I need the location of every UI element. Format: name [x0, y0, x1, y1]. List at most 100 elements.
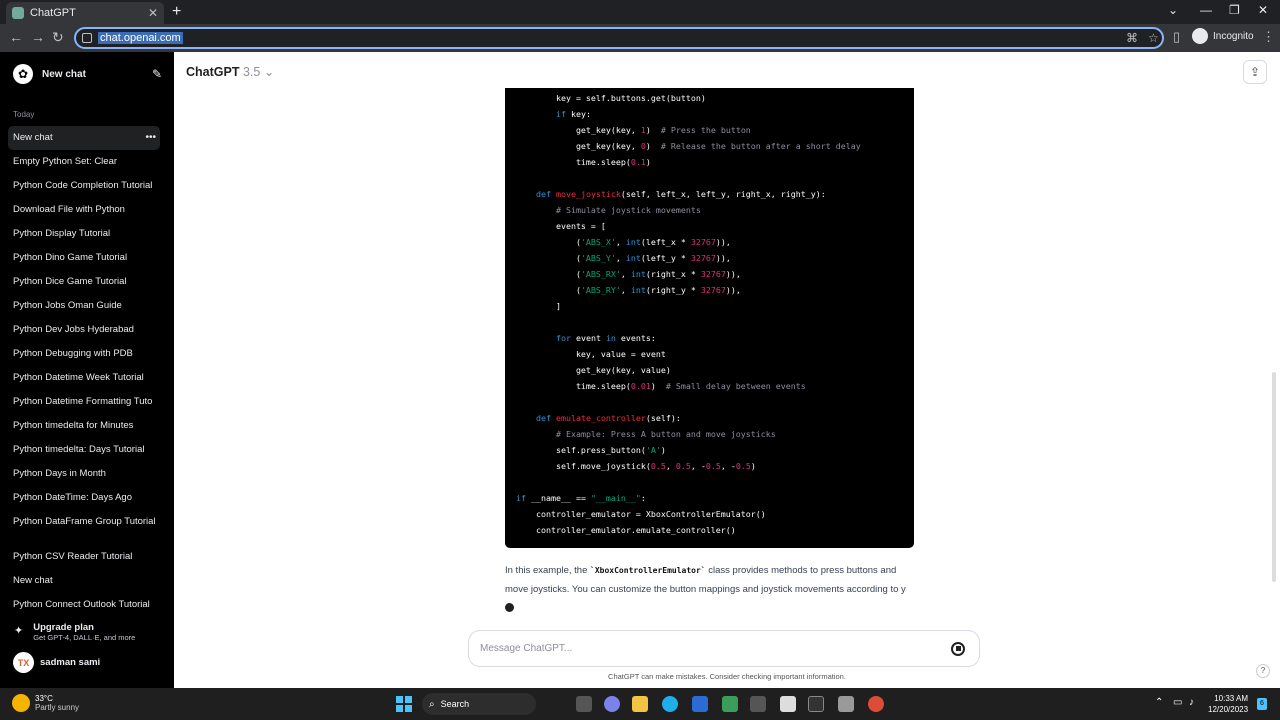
browser-chrome: ChatGPT ✕ + ⌄ — ❐ ✕ ← → ↻ chat.openai.co…	[0, 0, 1280, 52]
site-info-icon[interactable]	[82, 33, 92, 43]
url-text[interactable]: chat.openai.com	[98, 32, 183, 44]
sidebar-item[interactable]: Python timedelta for Minutes	[8, 414, 160, 438]
model-name: ChatGPT	[186, 65, 240, 79]
weather-condition: Partly sunny	[35, 703, 80, 712]
user-menu[interactable]: TX sadman sami	[13, 652, 100, 673]
new-chat-button[interactable]: ✿ New chat ✎	[8, 62, 166, 86]
menu-kebab-icon[interactable]: ⋮	[1262, 29, 1275, 45]
sidebar-item[interactable]: New chat	[8, 569, 160, 593]
assistant-message: In this example, the `XboxControllerEmul…	[505, 562, 915, 618]
code-line: controller_emulator.emulate_controller()	[516, 525, 736, 535]
volume-icon[interactable]: ♪	[1189, 697, 1194, 708]
help-button[interactable]: ?	[1256, 664, 1270, 678]
notification-badge[interactable]: 6	[1257, 698, 1267, 710]
upgrade-plan-button[interactable]: ✦ Upgrade plan Get GPT-4, DALL·E, and mo…	[14, 622, 135, 642]
bookmark-star-icon[interactable]: ☆	[1148, 31, 1159, 45]
install-app-icon[interactable]: ⌘	[1126, 31, 1138, 45]
sidebar-item[interactable]: Python DateTime: Days Ago	[8, 486, 160, 510]
file-explorer-icon[interactable]	[632, 696, 648, 712]
more-options-icon[interactable]: •••	[145, 126, 156, 150]
reload-icon[interactable]: ↻	[52, 29, 64, 46]
store-app-icon[interactable]	[692, 696, 708, 712]
restore-icon[interactable]: ❐	[1229, 3, 1240, 17]
back-icon[interactable]: ←	[9, 29, 23, 45]
sidebar-item[interactable]: Python Display Tutorial	[8, 222, 160, 246]
sidebar-item[interactable]: Python CSV Reader Tutorial	[8, 545, 160, 569]
tab-search-icon[interactable]: ⌄	[1168, 3, 1178, 17]
close-window-icon[interactable]: ✕	[1258, 3, 1268, 17]
app-icon[interactable]	[838, 696, 854, 712]
code-line: ('ABS_Y', int(left_y * 32767)),	[516, 253, 731, 263]
network-icon[interactable]: ▭	[1173, 697, 1182, 708]
chrome-browser-icon[interactable]	[868, 696, 884, 712]
stop-icon	[955, 646, 961, 651]
sidebar-item[interactable]: Python Connect Outlook Tutorial	[8, 593, 160, 617]
model-selector[interactable]: ChatGPT 3.5 ⌄	[186, 64, 274, 79]
code-line: self.press_button('A')	[516, 445, 666, 455]
taskbar-search[interactable]: ⌕ Search	[422, 693, 536, 715]
clock-time: 10:33 AM	[1214, 694, 1249, 703]
inline-code: `XboxControllerEmulator`	[590, 566, 706, 575]
share-button[interactable]: ⇪	[1243, 60, 1267, 84]
forward-icon[interactable]: →	[31, 29, 45, 45]
code-line: self.move_joystick(0.5, 0.5, -0.5, -0.5)	[516, 461, 756, 471]
openai-logo-icon: ✿	[13, 64, 33, 84]
task-view-icon[interactable]	[576, 696, 592, 712]
sidebar-item[interactable]: Download File with Python	[8, 198, 160, 222]
sidebar-item[interactable]: Python Code Completion Tutorial	[8, 174, 160, 198]
sidebar-item[interactable]: Python Dev Jobs Hyderabad	[8, 318, 160, 342]
scrollbar[interactable]	[1272, 372, 1276, 582]
model-version: 3.5	[242, 65, 261, 79]
new-tab-icon[interactable]: +	[172, 3, 181, 21]
code-line: time.sleep(0.1)	[516, 157, 651, 167]
sidebar-item[interactable]: Python Datetime Formatting Tuto	[8, 390, 160, 414]
chat-app-icon[interactable]	[604, 696, 620, 712]
chevron-up-icon[interactable]: ⌃	[1155, 697, 1163, 708]
address-bar[interactable]: chat.openai.com ⌘ ☆	[74, 27, 1164, 49]
notepad-app-icon[interactable]	[722, 696, 738, 712]
incognito-label: Incognito	[1213, 30, 1254, 42]
side-panel-icon[interactable]: ▯	[1173, 29, 1180, 45]
sidebar: ✿ New chat ✎ Today New chat ••• Empty Py…	[0, 52, 174, 688]
incognito-icon	[1192, 28, 1208, 44]
message-input[interactable]	[480, 643, 951, 654]
code-line: ('ABS_RX', int(right_x * 32767)),	[516, 269, 741, 279]
upgrade-subtitle: Get GPT-4, DALL·E, and more	[33, 633, 136, 642]
weather-widget[interactable]: 33°C Partly sunny	[12, 694, 79, 712]
sidebar-item[interactable]: Python Dino Game Tutorial	[8, 246, 160, 270]
edge-browser-icon[interactable]	[662, 696, 678, 712]
partly-sunny-icon	[12, 694, 30, 712]
sidebar-item[interactable]: Python timedelta: Days Tutorial	[8, 438, 160, 462]
chat-history-list: New chat ••• Empty Python Set: Clear Pyt…	[8, 126, 160, 617]
code-line: key, value = event	[516, 349, 666, 359]
sparkle-icon: ✦	[14, 625, 24, 637]
sidebar-item[interactable]: Python Days in Month	[8, 462, 160, 486]
sidebar-item[interactable]: Python Jobs Oman Guide	[8, 294, 160, 318]
typing-cursor-icon	[505, 602, 514, 612]
temperature: 33°C	[35, 694, 53, 703]
system-clock[interactable]: 10:33 AM 12/20/2023	[1208, 693, 1248, 715]
sidebar-item[interactable]: New chat •••	[8, 126, 160, 150]
document-app-icon[interactable]	[780, 696, 796, 712]
sidebar-item[interactable]: Python Dice Game Tutorial	[8, 270, 160, 294]
code-line: get_key(key, value)	[516, 365, 671, 375]
message-composer[interactable]	[468, 630, 980, 667]
code-line: time.sleep(0.01) # Small delay between e…	[516, 381, 806, 391]
sidebar-item[interactable]: Empty Python Set: Clear	[8, 150, 160, 174]
stop-generating-button[interactable]	[951, 641, 965, 656]
minimize-icon[interactable]: —	[1200, 3, 1212, 17]
code-line: def move_joystick(self, left_x, left_y, …	[535, 189, 826, 199]
browser-tab[interactable]: ChatGPT ✕	[6, 2, 164, 24]
sidebar-item[interactable]: Python Datetime Week Tutorial	[8, 366, 160, 390]
edit-icon[interactable]: ✎	[152, 67, 162, 81]
code-block: key = self.buttons.get(button) if key: g…	[505, 88, 914, 548]
browser-toolbar: ← → ↻ chat.openai.com ⌘ ☆ ▯ Incognito ⋮	[0, 24, 1280, 52]
sidebar-item[interactable]: Python Debugging with PDB	[8, 342, 160, 366]
app-icon[interactable]	[750, 696, 766, 712]
section-today-label: Today	[13, 110, 35, 119]
incognito-indicator[interactable]: Incognito	[1192, 28, 1254, 44]
close-tab-icon[interactable]: ✕	[148, 6, 158, 20]
terminal-app-icon[interactable]	[808, 696, 824, 712]
start-button[interactable]	[396, 696, 412, 712]
sidebar-item[interactable]: Python DataFrame Group Tutorial	[8, 510, 160, 534]
